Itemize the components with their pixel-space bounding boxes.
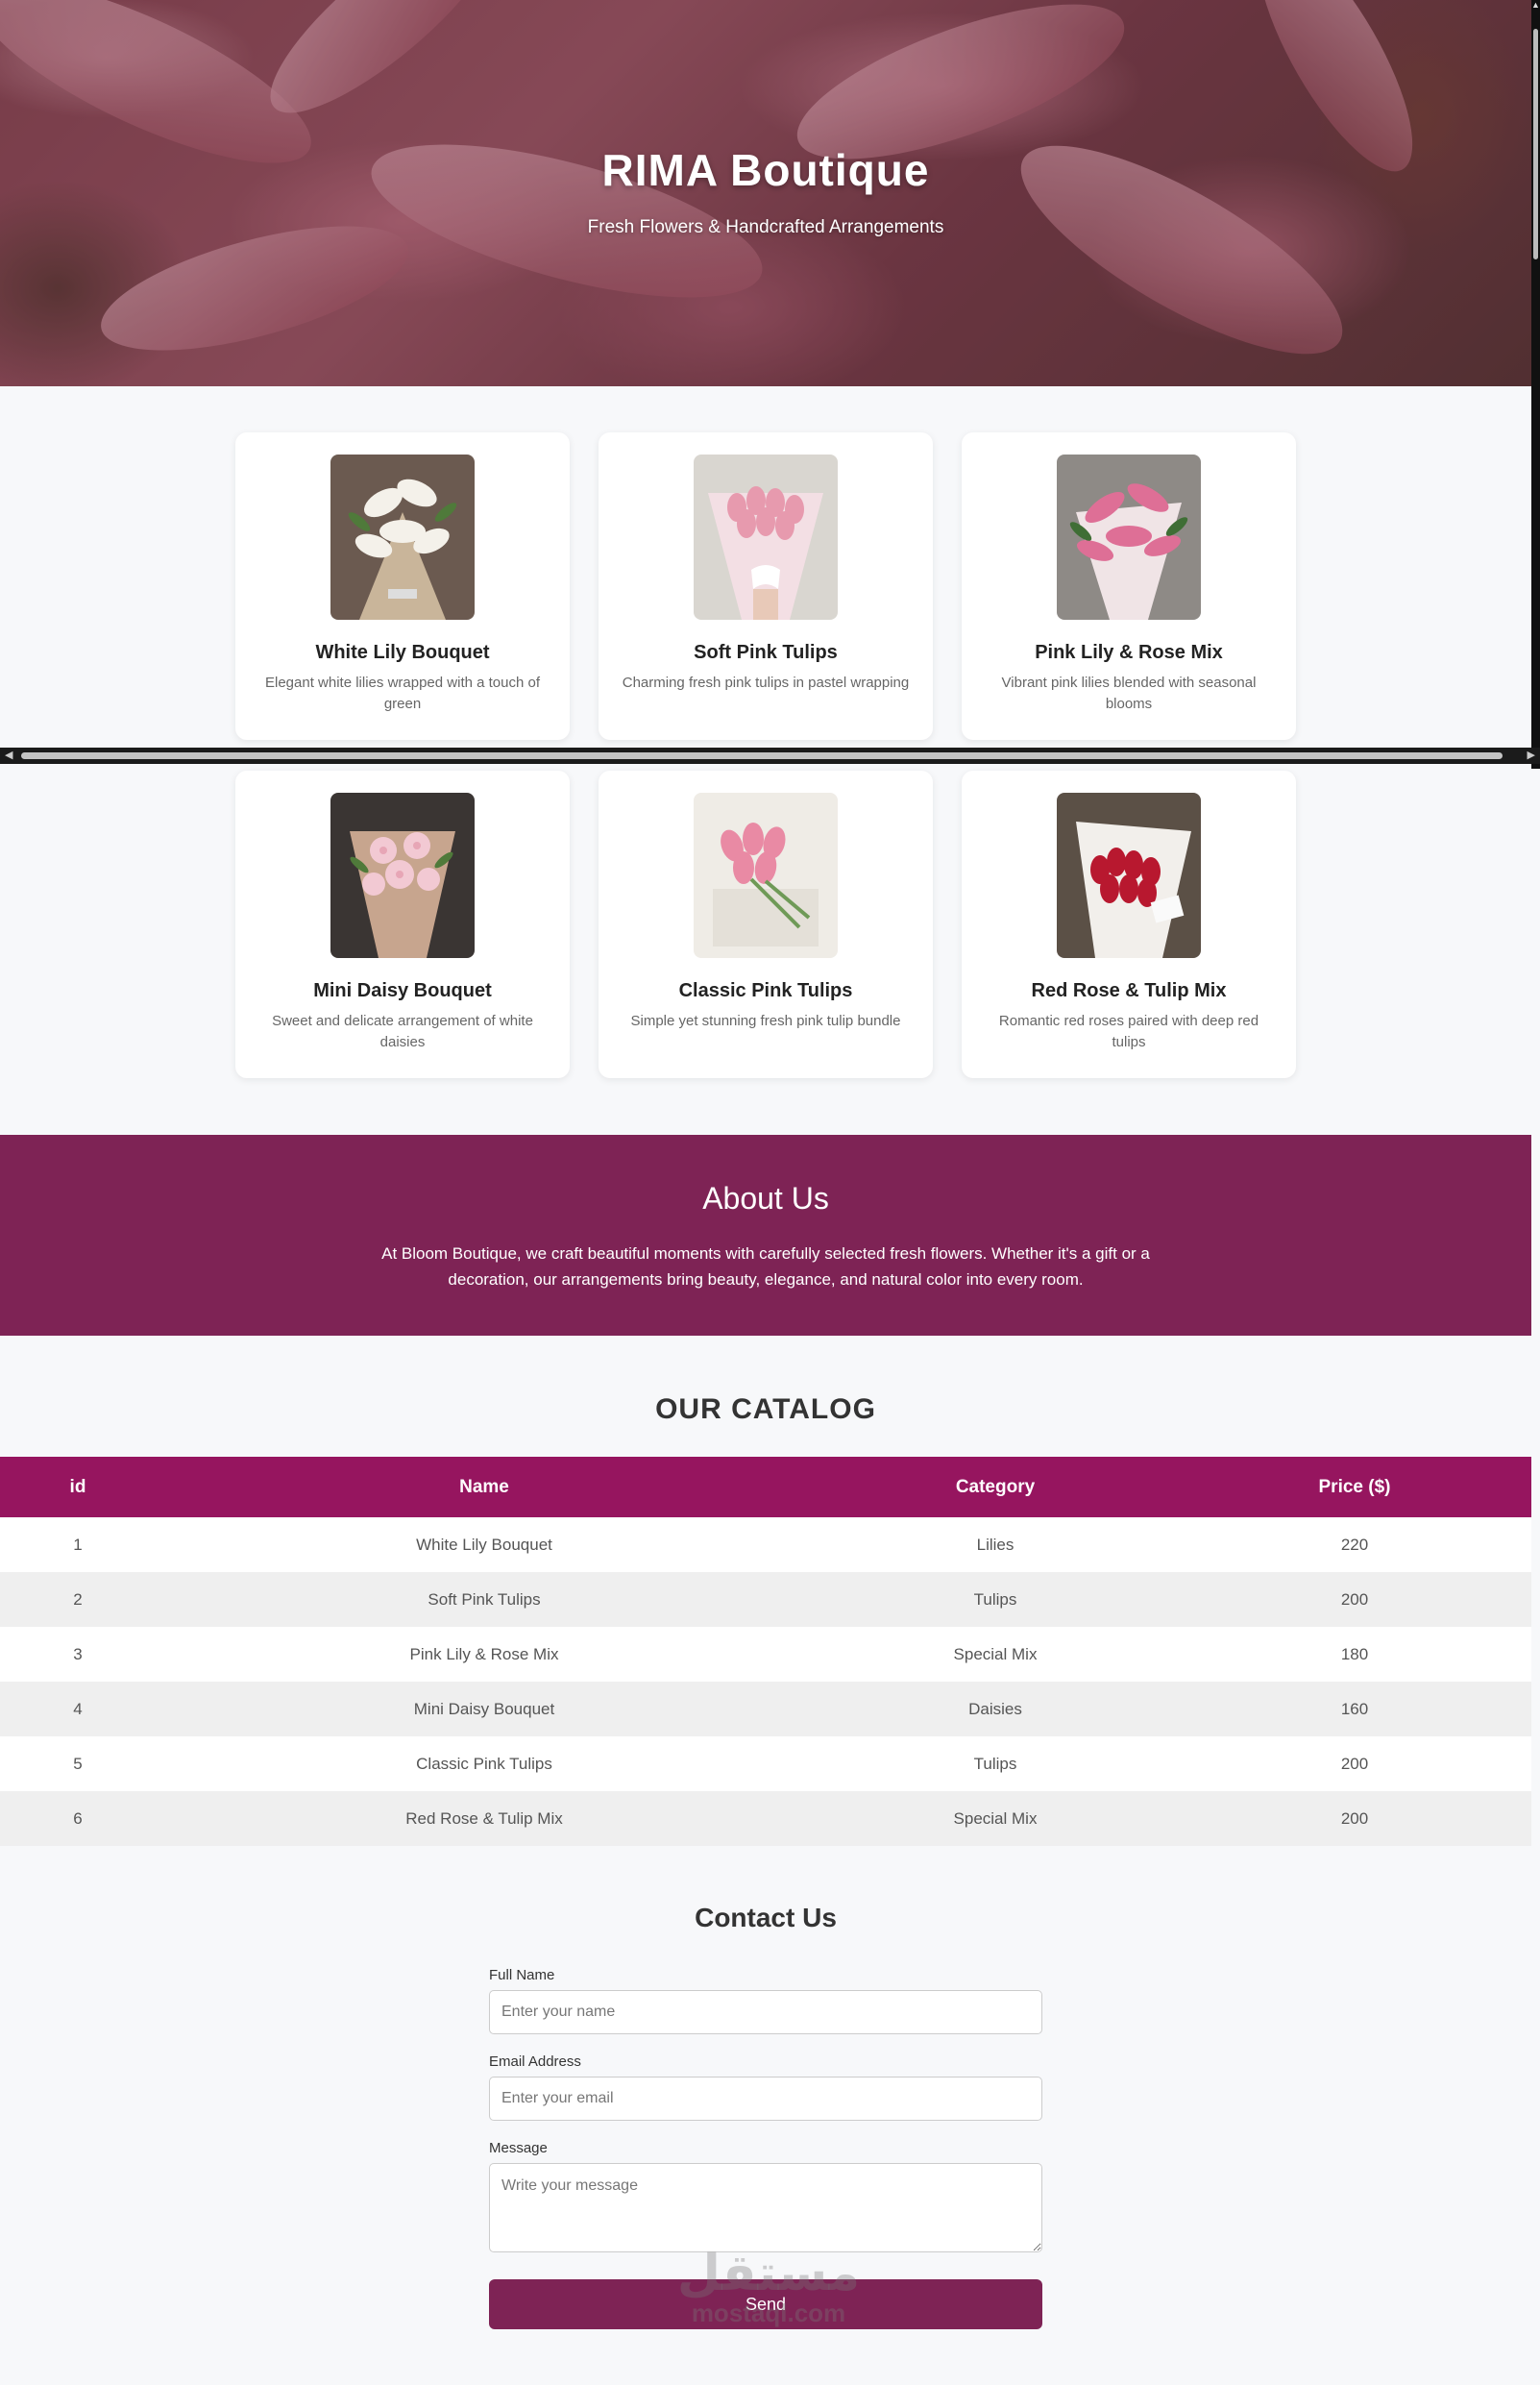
- cell-category: Special Mix: [813, 1791, 1178, 1846]
- about-title: About Us: [702, 1181, 829, 1216]
- message-textarea[interactable]: [489, 2163, 1042, 2252]
- product-name: Soft Pink Tulips: [694, 642, 838, 663]
- table-row: 5 Classic Pink Tulips Tulips 200: [0, 1736, 1531, 1791]
- product-name: Pink Lily & Rose Mix: [1035, 642, 1223, 663]
- column-header-category: Category: [813, 1457, 1178, 1517]
- column-header-id: id: [0, 1457, 156, 1517]
- cell-id: 1: [0, 1517, 156, 1572]
- product-description: Sweet and delicate arrangement of white …: [272, 1013, 533, 1050]
- catalog-table: id Name Category Price ($) 1 White Lily …: [0, 1457, 1531, 1846]
- about-text: At Bloom Boutique, we craft beautiful mo…: [381, 1244, 1150, 1289]
- about-section: About Us At Bloom Boutique, we craft bea…: [0, 1135, 1531, 1336]
- hero-banner: RIMA Boutique Fresh Flowers & Handcrafte…: [0, 0, 1531, 386]
- cell-category: Tulips: [813, 1736, 1178, 1791]
- vertical-scrollbar[interactable]: ▲: [1531, 0, 1540, 769]
- cell-name: White Lily Bouquet: [156, 1517, 813, 1572]
- cell-category: Lilies: [813, 1517, 1178, 1572]
- product-name: Classic Pink Tulips: [678, 980, 853, 1001]
- catalog-title: OUR CATALOG: [655, 1393, 876, 1425]
- full-name-label: Full Name: [489, 1967, 555, 1983]
- table-row: 6 Red Rose & Tulip Mix Special Mix 200: [0, 1791, 1531, 1846]
- cell-name: Pink Lily & Rose Mix: [156, 1627, 813, 1682]
- cell-name: Soft Pink Tulips: [156, 1572, 813, 1627]
- site-subtitle: Fresh Flowers & Handcrafted Arrangements: [587, 217, 944, 237]
- product-image: [1057, 455, 1201, 620]
- product-description: Simple yet stunning fresh pink tulip bun…: [630, 1013, 901, 1029]
- contact-title: Contact Us: [695, 1903, 837, 1932]
- product-card[interactable]: Soft Pink Tulips Charming fresh pink tul…: [599, 432, 933, 740]
- product-name: Mini Daisy Bouquet: [313, 980, 492, 1001]
- product-image: [1057, 793, 1201, 958]
- product-description: Charming fresh pink tulips in pastel wra…: [622, 675, 910, 691]
- cell-name: Mini Daisy Bouquet: [156, 1682, 813, 1736]
- table-row: 3 Pink Lily & Rose Mix Special Mix 180: [0, 1627, 1531, 1682]
- cell-id: 3: [0, 1627, 156, 1682]
- horizontal-scrollbar[interactable]: ◀ ▶: [0, 748, 1540, 764]
- cell-id: 4: [0, 1682, 156, 1736]
- cell-id: 5: [0, 1736, 156, 1791]
- send-button[interactable]: Send: [489, 2279, 1042, 2329]
- column-header-name: Name: [156, 1457, 813, 1517]
- cell-price: 200: [1178, 1791, 1531, 1846]
- product-card[interactable]: Red Rose & Tulip Mix Romantic red roses …: [962, 771, 1296, 1078]
- cell-price: 160: [1178, 1682, 1531, 1736]
- product-image: [694, 793, 838, 958]
- product-card[interactable]: White Lily Bouquet Elegant white lilies …: [235, 432, 570, 740]
- product-name: White Lily Bouquet: [315, 642, 490, 663]
- column-header-price: Price ($): [1178, 1457, 1531, 1517]
- cell-id: 6: [0, 1791, 156, 1846]
- product-image: [330, 455, 475, 620]
- email-label: Email Address: [489, 2053, 581, 2070]
- cell-price: 200: [1178, 1736, 1531, 1791]
- product-description: Elegant white lilies wrapped with a touc…: [265, 675, 540, 712]
- cell-name: Classic Pink Tulips: [156, 1736, 813, 1791]
- cell-name: Red Rose & Tulip Mix: [156, 1791, 813, 1846]
- product-card[interactable]: Classic Pink Tulips Simple yet stunning …: [599, 771, 933, 1078]
- product-description: Romantic red roses paired with deep red …: [998, 1013, 1259, 1050]
- scroll-right-arrow-icon[interactable]: ▶: [1528, 749, 1535, 761]
- message-label: Message: [489, 2140, 548, 2156]
- cell-id: 2: [0, 1572, 156, 1627]
- product-name: Red Rose & Tulip Mix: [1031, 980, 1227, 1001]
- product-description: Vibrant pink lilies blended with seasona…: [1001, 675, 1257, 712]
- product-card[interactable]: Mini Daisy Bouquet Sweet and delicate ar…: [235, 771, 570, 1078]
- cell-category: Tulips: [813, 1572, 1178, 1627]
- scroll-up-arrow-icon[interactable]: ▲: [1531, 0, 1540, 10]
- cell-price: 180: [1178, 1627, 1531, 1682]
- table-row: 1 White Lily Bouquet Lilies 220: [0, 1517, 1531, 1572]
- cell-category: Special Mix: [813, 1627, 1178, 1682]
- product-image: [694, 455, 838, 620]
- site-title: RIMA Boutique: [601, 145, 930, 195]
- scroll-left-arrow-icon[interactable]: ◀: [5, 749, 12, 761]
- email-input[interactable]: [489, 2077, 1042, 2121]
- product-card[interactable]: Pink Lily & Rose Mix Vibrant pink lilies…: [962, 432, 1296, 740]
- product-image: [330, 793, 475, 958]
- table-header-row: id Name Category Price ($): [0, 1457, 1531, 1517]
- cell-price: 220: [1178, 1517, 1531, 1572]
- cell-price: 200: [1178, 1572, 1531, 1627]
- scrollbar-thumb[interactable]: [1533, 29, 1538, 259]
- table-row: 4 Mini Daisy Bouquet Daisies 160: [0, 1682, 1531, 1736]
- cell-category: Daisies: [813, 1682, 1178, 1736]
- table-row: 2 Soft Pink Tulips Tulips 200: [0, 1572, 1531, 1627]
- full-name-input[interactable]: [489, 1990, 1042, 2034]
- scrollbar-thumb[interactable]: [21, 752, 1503, 759]
